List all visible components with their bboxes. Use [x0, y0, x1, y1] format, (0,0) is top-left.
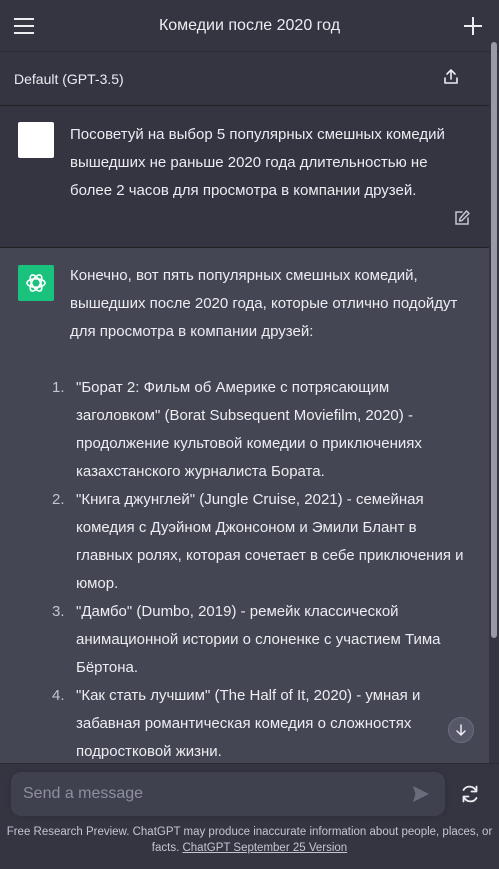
- user-message: Посоветуй на выбор 5 популярных смешных …: [0, 106, 489, 248]
- plus-icon: [464, 17, 482, 35]
- send-icon: [413, 786, 429, 802]
- new-chat-button[interactable]: [461, 14, 485, 38]
- assistant-message-text: Конечно, вот пять популярных смешных ком…: [52, 262, 475, 763]
- footer-disclaimer: Free Research Preview. ChatGPT may produ…: [0, 824, 499, 856]
- edit-message-button[interactable]: [453, 209, 471, 227]
- list-item: 3. "Дамбо" (Dumbo, 2019) - ремейк классич…: [52, 598, 475, 682]
- message-input-box: [11, 772, 445, 816]
- refresh-icon: [462, 785, 478, 803]
- send-button[interactable]: [411, 784, 431, 804]
- top-bar: Комедии после 2020 год: [0, 0, 499, 52]
- list-item-text: "Как стать лучшим" (The Half of It, 2020…: [76, 687, 421, 760]
- chat-title: Комедии после 2020 год: [158, 16, 341, 34]
- movie-list: 1. "Борат 2: Фильм об Америке с потрясающ…: [52, 374, 475, 763]
- model-label: Default (GPT-3.5): [14, 70, 124, 87]
- scroll-to-bottom-button[interactable]: [448, 717, 474, 743]
- menu-button[interactable]: [12, 14, 36, 38]
- composer: Free Research Preview. ChatGPT may produ…: [0, 763, 499, 869]
- list-item-text: "Книга джунглей" (Jungle Cruise, 2021) -…: [76, 491, 464, 592]
- assistant-avatar: [18, 265, 54, 301]
- assistant-message: Конечно, вот пять популярных смешных ком…: [0, 248, 489, 763]
- list-item-number: 2.: [52, 491, 65, 508]
- avatar: [18, 122, 54, 158]
- list-item: 1. "Борат 2: Фильм об Америке с потрясающ…: [52, 374, 475, 486]
- user-message-text: Посоветуй на выбор 5 популярных смешных …: [70, 126, 445, 199]
- edit-icon: [455, 210, 470, 225]
- share-icon: [444, 69, 458, 84]
- list-item: 4. "Как стать лучшим" (The Half of It, 20…: [52, 682, 475, 763]
- arrow-down-icon: [456, 724, 466, 736]
- regenerate-button[interactable]: [459, 783, 481, 805]
- message-input[interactable]: [11, 772, 401, 816]
- openai-logo-icon: [26, 274, 46, 292]
- version-link[interactable]: ChatGPT September 25 Version: [182, 842, 347, 854]
- assistant-intro: Конечно, вот пять популярных смешных ком…: [70, 267, 458, 340]
- scrollbar-thumb[interactable]: [491, 42, 497, 638]
- list-item: 2. "Книга джунглей" (Jungle Cruise, 2021)…: [52, 486, 475, 598]
- menu-icon: [14, 18, 34, 34]
- list-item-number: 3.: [52, 603, 65, 620]
- list-item-text: "Борат 2: Фильм об Америке с потрясающим…: [76, 379, 422, 480]
- list-item-number: 1.: [52, 379, 65, 396]
- list-item-number: 4.: [52, 687, 65, 704]
- share-button[interactable]: [441, 67, 461, 87]
- list-item-text: "Дамбо" (Dumbo, 2019) - ремейк классичес…: [76, 603, 441, 676]
- model-bar: Default (GPT-3.5): [0, 52, 489, 106]
